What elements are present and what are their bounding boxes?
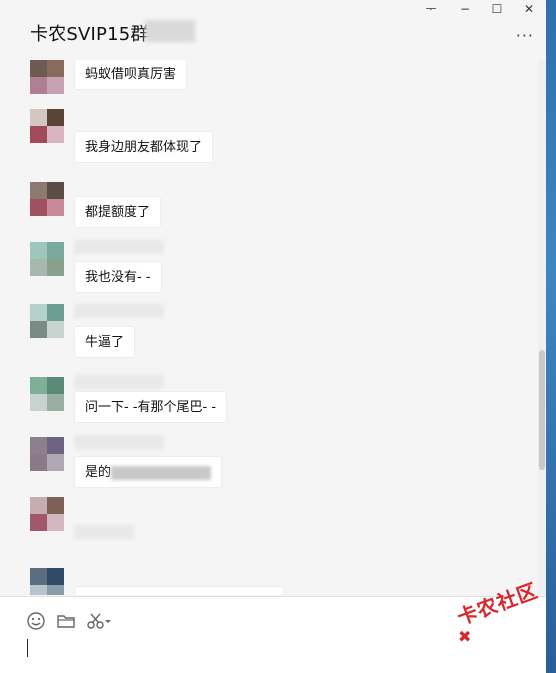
maximize-button[interactable]: ☐: [482, 0, 512, 18]
avatar-pixel: [30, 568, 47, 585]
message-row: 我也没有- -: [0, 238, 538, 298]
nickname-blurred: [74, 435, 164, 449]
avatar[interactable]: [30, 437, 64, 471]
avatar-pixel: [30, 514, 47, 531]
avatar-pixel: [30, 126, 47, 143]
avatar-pixel: [47, 60, 64, 77]
more-options-button[interactable]: ···: [516, 26, 534, 45]
avatar[interactable]: [30, 497, 64, 531]
avatar-pixel: [47, 109, 64, 126]
avatar-pixel: [47, 437, 64, 454]
folder-icon[interactable]: [56, 611, 76, 631]
message-text: 是的: [85, 465, 112, 480]
avatar-pixel: [30, 60, 47, 77]
avatar-pixel: [47, 321, 64, 338]
avatar-pixel: [47, 242, 64, 259]
title-bar: 卡农SVIP15群 ᅮ − ☐ ✕ ···: [0, 0, 546, 60]
message-row: 是的: [0, 433, 538, 493]
message-bubble[interactable]: 都提额度了: [74, 196, 162, 228]
avatar[interactable]: [30, 568, 64, 595]
avatar-pixel: [47, 259, 64, 276]
message-blurred-text: [111, 465, 212, 480]
avatar-pixel: [47, 394, 64, 411]
text-cursor: [27, 639, 28, 657]
avatar[interactable]: [30, 377, 64, 411]
avatar[interactable]: [30, 304, 64, 338]
message-bubble[interactable]: 我也没有- -: [74, 261, 162, 293]
avatar-pixel: [30, 394, 47, 411]
avatar-pixel: [47, 199, 64, 216]
minimize-button[interactable]: −: [450, 0, 480, 18]
avatar-pixel: [47, 497, 64, 514]
message-list[interactable]: 蚂蚁借呗真厉害 我身边朋友都体现了 都提额度了 我也没有- - 牛逼了 问一下-…: [0, 60, 538, 595]
avatar-pixel: [30, 454, 47, 471]
message-bubble[interactable]: 是的: [74, 456, 223, 488]
chat-window: 卡农SVIP15群 ᅮ − ☐ ✕ ··· 蚂蚁借呗真厉害 我身边朋友都体现了: [0, 0, 546, 673]
avatar-pixel: [30, 497, 47, 514]
avatar-pixel: [47, 454, 64, 471]
nickname-blurred: [74, 240, 164, 254]
avatar[interactable]: [30, 182, 64, 216]
smiley-icon[interactable]: [26, 611, 46, 631]
message-row: [0, 568, 538, 595]
avatar-pixel: [30, 109, 47, 126]
scrollbar[interactable]: [538, 60, 546, 595]
desktop-background: [546, 0, 556, 673]
avatar-pixel: [30, 259, 47, 276]
avatar-pixel: [30, 321, 47, 338]
scrollbar-thumb[interactable]: [539, 350, 545, 470]
avatar-pixel: [47, 77, 64, 94]
avatar[interactable]: [30, 60, 64, 94]
message-row: 我身边朋友都体现了: [0, 105, 538, 165]
nickname-blurred: [74, 525, 134, 539]
message-row: 都提额度了: [0, 178, 538, 238]
message-bubble[interactable]: 我身边朋友都体现了: [74, 131, 214, 163]
avatar-pixel: [30, 585, 47, 595]
avatar-pixel: [47, 126, 64, 143]
pin-button[interactable]: ᅮ: [416, 0, 446, 18]
avatar[interactable]: [30, 109, 64, 143]
avatar-pixel: [30, 182, 47, 199]
message-row: [0, 493, 538, 553]
message-bubble[interactable]: 牛逼了: [74, 326, 136, 358]
avatar-pixel: [47, 568, 64, 585]
avatar-pixel: [47, 514, 64, 531]
avatar-pixel: [30, 304, 47, 321]
message-bubble[interactable]: 蚂蚁借呗真厉害: [74, 60, 188, 90]
avatar-pixel: [30, 242, 47, 259]
chat-title: 卡农SVIP15群: [30, 24, 149, 45]
avatar[interactable]: [30, 242, 64, 276]
avatar-pixel: [30, 437, 47, 454]
avatar-pixel: [47, 182, 64, 199]
message-row: 牛逼了: [0, 300, 538, 360]
close-button[interactable]: ✕: [514, 0, 544, 18]
avatar-pixel: [30, 377, 47, 394]
message-bubble[interactable]: [74, 586, 284, 595]
avatar-pixel: [30, 77, 47, 94]
scissors-icon[interactable]: [86, 611, 114, 631]
avatar-pixel: [30, 199, 47, 216]
nickname-blurred: [74, 304, 164, 318]
title-blurred-text: [145, 20, 195, 42]
avatar-pixel: [47, 304, 64, 321]
message-bubble[interactable]: 问一下- -有那个尾巴- -: [74, 391, 228, 423]
message-row: 问一下- -有那个尾巴- -: [0, 373, 538, 433]
nickname-blurred: [74, 375, 164, 389]
watermark-logo-icon: ✖: [458, 627, 472, 646]
avatar-pixel: [47, 585, 64, 595]
avatar-pixel: [47, 377, 64, 394]
